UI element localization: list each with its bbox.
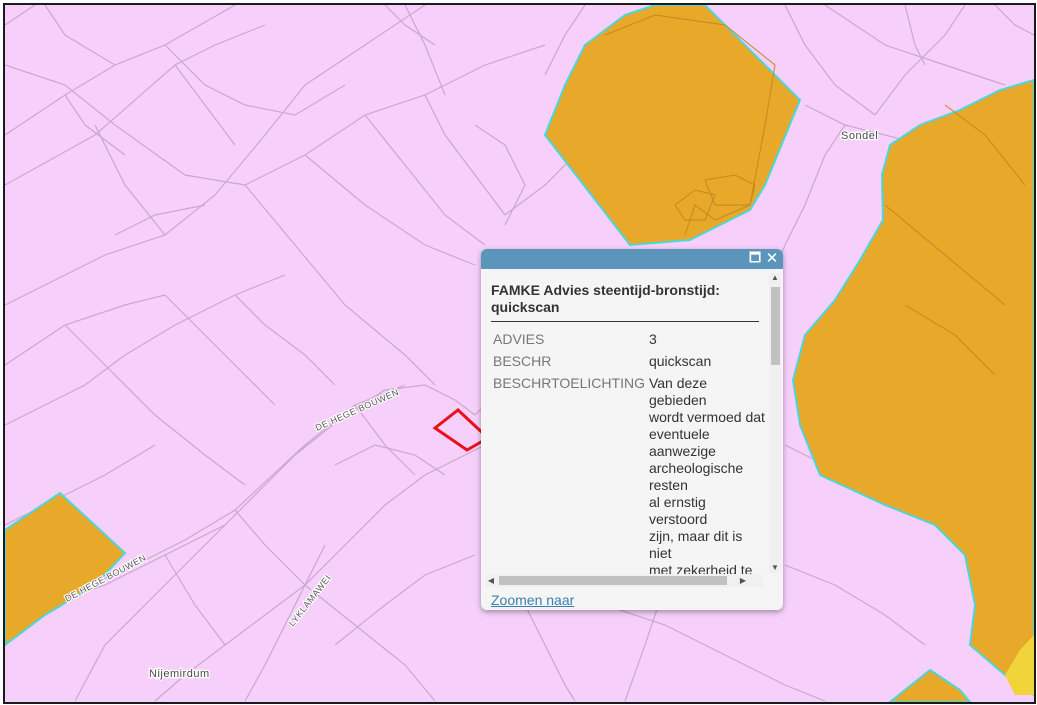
place-label-sondel: Sondel bbox=[841, 130, 878, 142]
scroll-up-icon[interactable]: ▲ bbox=[769, 273, 781, 283]
scroll-right-icon[interactable]: ▶ bbox=[737, 574, 749, 587]
scroll-down-icon[interactable]: ▼ bbox=[769, 563, 781, 573]
attribute-row: BESCHRTOELICHTING Van deze gebieden word… bbox=[491, 373, 767, 586]
attribute-name: BESCHR bbox=[493, 353, 552, 369]
attribute-value: 3 bbox=[648, 331, 657, 347]
attribute-name: BESCHRTOELICHTING bbox=[493, 375, 645, 391]
horizontal-scrollbar[interactable]: ◀ ▶ bbox=[485, 574, 763, 587]
horizontal-scroll-thumb[interactable] bbox=[499, 576, 727, 585]
maximize-icon[interactable]: 🗖︎ bbox=[747, 250, 763, 267]
attribute-value: quickscan bbox=[648, 353, 712, 369]
popup-header: 🗖︎ ✕ bbox=[481, 249, 783, 269]
close-icon[interactable]: ✕ bbox=[764, 250, 780, 267]
attribute-row: BESCHR quickscan bbox=[491, 351, 767, 373]
scroll-left-icon[interactable]: ◀ bbox=[485, 574, 497, 587]
popup-content[interactable]: FAMKE Advies steentijd-bronstijd: quicks… bbox=[481, 269, 767, 586]
feature-popup: 🗖︎ ✕ FAMKE Advies steentijd-bronstijd: q… bbox=[481, 249, 783, 610]
title-divider bbox=[491, 321, 759, 322]
road-label-lyklamawei: LYKLAMAWEI bbox=[287, 573, 333, 628]
map-view[interactable]: Sondel Nijemirdum DE HEGE BOUWEN DE HEGE… bbox=[3, 3, 1036, 704]
attribute-table: ADVIES 3 BESCHR quickscan BESCHRTOELICHT… bbox=[491, 329, 767, 586]
attribute-value: Van deze gebieden wordt vermoed dat even… bbox=[648, 375, 765, 586]
road-label-de-hege-bouwen: DE HEGE BOUWEN bbox=[314, 387, 401, 433]
attribute-name: ADVIES bbox=[493, 331, 545, 347]
vertical-scrollbar[interactable]: ▲ ▼ bbox=[769, 273, 781, 573]
place-label-nijemirdum: Nijemirdum bbox=[149, 668, 210, 680]
popup-title: FAMKE Advies steentijd-bronstijd: quicks… bbox=[491, 282, 720, 315]
vertical-scroll-thumb[interactable] bbox=[771, 287, 780, 365]
attribute-row: ADVIES 3 bbox=[491, 329, 767, 351]
zoom-to-link[interactable]: Zoomen naar bbox=[491, 592, 574, 608]
